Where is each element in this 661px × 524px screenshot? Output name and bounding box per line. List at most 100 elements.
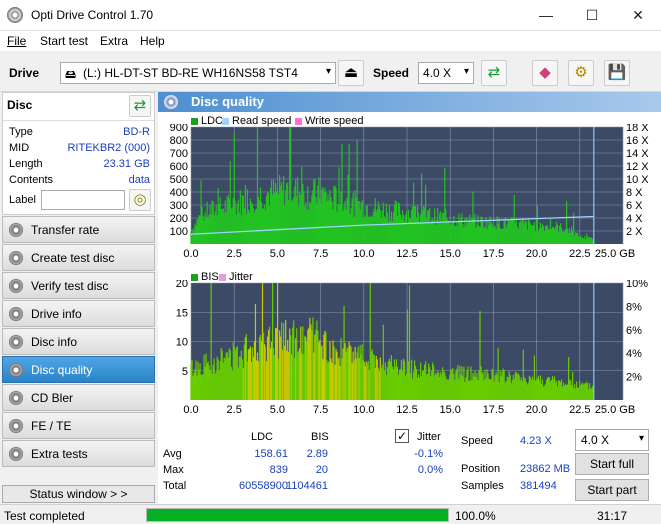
nav-fe-te[interactable]: FE / TE	[2, 412, 155, 439]
nav-create-test-disc[interactable]: Create test disc	[2, 244, 155, 271]
nav-disc-info[interactable]: Disc info	[2, 328, 155, 355]
label-input[interactable]	[41, 190, 125, 210]
x-tick-label: 25.0 GB	[595, 404, 635, 416]
y2-tick-label: 6%	[626, 325, 642, 337]
x-tick-label: 7.5	[313, 248, 328, 260]
position-label: Position	[461, 463, 501, 475]
elapsed-time: 31:17	[597, 509, 628, 523]
menu-help[interactable]: Help	[140, 34, 165, 48]
settings-button[interactable]: ⚙	[568, 60, 594, 86]
y2-tick-label: 6 X	[626, 200, 643, 212]
disc-icon	[9, 251, 23, 265]
disc-icon	[9, 363, 23, 377]
refresh-speed-button[interactable]: ⇄	[481, 60, 507, 86]
x-tick-label: 22.5	[569, 404, 590, 416]
y2-tick-label: 4%	[626, 348, 642, 360]
chevron-down-icon: ▾	[325, 66, 331, 77]
x-tick-label: 20.0	[526, 404, 547, 416]
y2-tick-label: 2%	[626, 372, 642, 384]
y-tick-label: 300	[170, 200, 188, 212]
y2-tick-label: 16 X	[626, 135, 649, 147]
close-button[interactable]: ✕	[615, 0, 661, 31]
x-tick-label: 20.0	[526, 248, 547, 260]
y-tick-label: 800	[170, 135, 188, 147]
avg-bis: 2.89	[306, 448, 328, 460]
menu-file[interactable]: File	[7, 34, 26, 48]
x-tick-label: 15.0	[439, 404, 460, 416]
maximize-button[interactable]: ☐	[569, 0, 615, 31]
y2-tick-label: 8 X	[626, 187, 643, 199]
x-tick-label: 17.5	[483, 248, 504, 260]
nav-label: Verify test disc	[31, 279, 109, 293]
y-tick-label: 100	[170, 226, 188, 238]
x-tick-label: 10.0	[353, 248, 374, 260]
nav-label: Disc info	[31, 335, 78, 349]
y2-tick-label: 18 X	[626, 124, 649, 134]
y-tick-label: 500	[170, 174, 188, 186]
speed-label: Speed	[373, 66, 410, 80]
label-apply-button[interactable]: ◎	[129, 189, 151, 211]
drive-select[interactable]: 🖴 (L:) HL-DT-ST BD-RE WH16NS58 TST4 ▾	[60, 62, 336, 84]
position-value: 23862 MB	[520, 463, 571, 475]
erase-button[interactable]: ◆	[532, 60, 558, 86]
minimize-button[interactable]: —	[523, 0, 569, 31]
col-ldc: LDC	[251, 431, 274, 443]
y-tick-label: 200	[170, 213, 188, 225]
menu-extra[interactable]: Extra	[100, 34, 128, 48]
status-window-button[interactable]: Status window > >	[2, 485, 155, 503]
nav-label: Extra tests	[31, 447, 88, 461]
x-tick-label: 0.0	[183, 248, 198, 260]
nav-extra-tests[interactable]: Extra tests	[2, 440, 155, 467]
x-tick-label: 17.5	[483, 404, 504, 416]
x-tick-label: 7.5	[313, 404, 328, 416]
x-tick-label: 5.0	[270, 404, 285, 416]
left-panel: Disc ⇄ Type BD-R MID RITEKBR2 (000) Leng…	[0, 92, 157, 524]
x-tick-label: 12.5	[396, 248, 417, 260]
speed-value: 4.23 X	[520, 435, 552, 447]
title-bar: Opti Drive Control 1.70 — ☐ ✕	[0, 0, 661, 31]
start-part-button[interactable]: Start part	[575, 479, 649, 501]
x-tick-label: 2.5	[227, 248, 242, 260]
jitter-checkbox[interactable]: ✓	[395, 429, 409, 443]
y-tick-label: 15	[176, 307, 188, 319]
avg-ldc: 158.61	[254, 448, 288, 460]
speed-select-value: 4.0 X	[423, 66, 452, 80]
max-ldc: 839	[269, 464, 288, 476]
y-tick-label: 900	[170, 124, 188, 134]
progress-bar	[146, 508, 449, 522]
disc-icon	[9, 279, 23, 293]
nav-disc-quality[interactable]: Disc quality	[2, 356, 155, 383]
disc-icon	[9, 419, 23, 433]
x-tick-label: 10.0	[353, 404, 374, 416]
disc-icon	[9, 223, 23, 237]
nav-cd-bler[interactable]: CD Bler	[2, 384, 155, 411]
toolbar: Drive 🖴 (L:) HL-DT-ST BD-RE WH16NS58 TST…	[0, 52, 661, 92]
menu-start-test[interactable]: Start test	[40, 34, 88, 48]
speed-select[interactable]: 4.0 X ▾	[418, 62, 474, 84]
length-value: 23.31 GB	[103, 158, 150, 170]
start-full-button[interactable]: Start full	[575, 453, 649, 475]
x-tick-label: 12.5	[396, 404, 417, 416]
total-label: Total	[163, 480, 187, 492]
jitter-label: Jitter	[417, 431, 441, 443]
panel-title: Disc quality	[191, 94, 264, 109]
app-disc-icon	[7, 7, 23, 23]
y-tick-label: 5	[182, 366, 188, 378]
nav-verify-test-disc[interactable]: Verify test disc	[2, 272, 155, 299]
x-tick-label: 25.0 GB	[595, 248, 635, 260]
x-tick-label: 0.0	[183, 404, 198, 416]
y-tick-label: 10	[176, 337, 188, 349]
nav-label: CD Bler	[31, 391, 74, 405]
drive-select-value: (L:) HL-DT-ST BD-RE WH16NS58 TST4	[83, 66, 298, 80]
test-speed-select[interactable]: 4.0 X ▾	[575, 429, 649, 451]
samples-value: 381494	[520, 480, 557, 492]
eject-button[interactable]: ⏏	[338, 60, 364, 86]
nav-transfer-rate[interactable]: Transfer rate	[2, 216, 155, 243]
chevron-down-icon: ▾	[463, 66, 469, 77]
refresh-disc-button[interactable]: ⇄	[129, 95, 151, 117]
y2-tick-label: 10%	[626, 280, 648, 290]
save-button[interactable]: 💾	[604, 60, 630, 86]
nav-drive-info[interactable]: Drive info	[2, 300, 155, 327]
drive-icon: 🖴	[65, 69, 77, 81]
disc-icon	[9, 307, 23, 321]
